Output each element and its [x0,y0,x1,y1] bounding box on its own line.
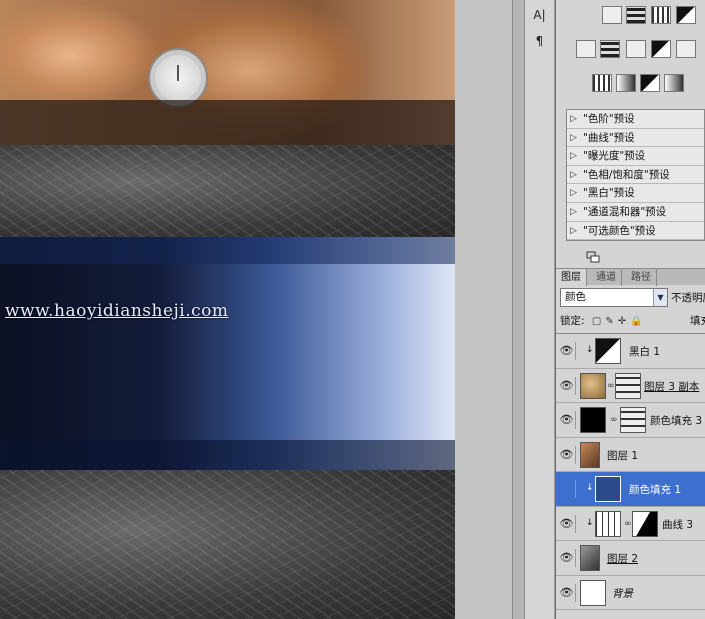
clip-arrow-icon: ↓ [586,517,594,528]
link-icon: ∞ [607,380,615,391]
layer-row[interactable]: 👁 ↓ ∞ 曲线 3 [556,507,705,541]
link-icon: ∞ [610,415,618,425]
fill-thumbnail [595,476,621,502]
fill-label: 填充 [690,315,705,327]
photoshop-window: www.haoyidiansheji.com A| ¶ "色阶"预设 "曲线"预… [0,0,705,619]
threshold-icon[interactable] [640,74,660,92]
brightness-icon[interactable] [602,6,622,24]
opacity-label: 不透明度 [671,292,705,304]
watermark-text: www.haoyidiansheji.com [5,301,229,321]
eye-icon[interactable]: 👁 [558,514,576,533]
layer-name: 颜色填充 1 [629,484,682,496]
link-icon: ∞ [624,518,632,529]
tab-channels[interactable]: 通道 [591,269,622,286]
clip-arrow-icon: ↓ [586,345,594,355]
adjustment-presets-list: "色阶"预设 "曲线"预设 "曝光度"预设 "色相/饱和度"预设 "黑白"预设 … [566,109,705,242]
preset-black-white[interactable]: "黑白"预设 [567,184,704,203]
gradient-map-icon[interactable] [664,74,684,92]
layer-row[interactable]: 👁 ↓ 黑白 1 [556,334,705,369]
layer-row[interactable]: 👁 ∞ 颜色填充 3 [556,403,705,438]
panel-scrollbar[interactable] [512,0,525,619]
layer-row[interactable]: 👁 图层 2 [556,541,705,576]
layer-name: 图层 2 [607,553,639,565]
document-canvas[interactable]: www.haoyidiansheji.com [0,0,455,619]
right-panel: "色阶"预设 "曲线"预设 "曝光度"预设 "色相/饱和度"预设 "黑白"预设 … [556,0,705,619]
lock-options[interactable]: ▢✎✛🔒 [592,316,647,327]
layer-name: 黑白 1 [629,346,661,358]
hue-saturation-icon[interactable] [600,40,620,58]
mask-thumbnail [632,510,658,537]
character-panel-icon[interactable]: A| [529,4,551,26]
paragraph-panel-icon[interactable]: ¶ [529,30,551,52]
eye-icon[interactable]: 👁 [558,549,576,567]
photo-filter-icon[interactable] [676,40,696,58]
background-thumbnail [580,579,606,606]
canvas-band-dark-overlay [0,100,455,145]
layer-row-selected[interactable]: ↓ 颜色填充 1 [556,472,705,507]
layer-name: 颜色填充 3 [650,415,703,427]
tab-layers[interactable]: 图层 [556,269,587,286]
preset-curves[interactable]: "曲线"预设 [567,129,704,148]
canvas-band-texture-top [0,145,455,237]
layer-name: 背景 [612,587,633,600]
preset-selective-color[interactable]: "可选颜色"预设 [567,222,704,241]
mask-thumbnail [615,372,641,399]
tab-paths[interactable]: 路径 [626,269,657,286]
blend-row: 颜色 ▼ 不透明度 [558,288,705,308]
invert-icon[interactable] [592,74,612,92]
layer-name: 图层 3 副本 [644,380,700,393]
black-white-icon[interactable] [651,40,671,58]
lock-label: 锁定: [560,315,585,327]
lock-row: 锁定: ▢✎✛🔒 填充 [560,313,705,329]
layer-name: 图层 1 [607,449,639,462]
layer-thumbnail [580,441,600,468]
preset-hue-saturation[interactable]: "色相/饱和度"预设 [567,166,704,185]
clip-to-layer-icon[interactable] [586,251,600,263]
chevron-down-icon[interactable]: ▼ [653,289,667,306]
eye-icon[interactable]: 👁 [558,376,576,395]
mask-thumbnail [620,407,646,433]
layer-thumbnail [580,372,606,399]
blend-mode-value: 颜色 [565,291,586,303]
layer-name: 曲线 3 [662,518,694,531]
adjustments-icon-grid [556,0,705,105]
layers-panel-tabs: 图层 通道 路径 [556,268,705,286]
workspace-background [455,0,512,619]
exposure-icon[interactable] [676,6,696,24]
eye-icon[interactable] [558,480,576,498]
blend-mode-select[interactable]: 颜色 ▼ [560,288,668,307]
layers-list: 👁 ↓ 黑白 1 👁 ∞ 图层 3 副本 👁 ∞ 颜色填充 3 👁 图层 1 ↓… [556,333,705,619]
eye-icon[interactable]: 👁 [558,342,576,360]
canvas-band-blue-strip-bottom [0,440,455,470]
wristwatch-image [150,50,206,106]
vibrance-icon[interactable] [576,40,596,58]
levels-icon[interactable] [626,6,646,24]
canvas-band-texture-bottom [0,470,455,619]
preset-levels[interactable]: "色阶"预设 [567,110,704,129]
eye-icon[interactable]: 👁 [558,445,576,464]
posterize-icon[interactable] [616,74,636,92]
preset-channel-mixer[interactable]: "通道混和器"预设 [567,203,704,222]
layer-row[interactable]: 👁 背景 [556,576,705,610]
layer-row[interactable]: 👁 图层 1 [556,438,705,472]
clip-arrow-icon: ↓ [586,483,594,493]
layer-row[interactable]: 👁 ∞ 图层 3 副本 [556,369,705,403]
eye-icon[interactable]: 👁 [558,411,576,429]
canvas-band-blue-strip-top [0,237,455,264]
color-balance-icon[interactable] [626,40,646,58]
adjustment-thumbnail [595,338,621,364]
layer-thumbnail [580,545,600,571]
canvas-band-man-portrait [0,237,455,470]
curves-icon[interactable] [651,6,671,24]
eye-icon[interactable]: 👁 [558,583,576,602]
panel-dock-column: A| ¶ [525,0,555,619]
fill-thumbnail [580,407,606,433]
preset-exposure[interactable]: "曝光度"预设 [567,147,704,166]
adjustment-thumbnail [595,510,621,537]
